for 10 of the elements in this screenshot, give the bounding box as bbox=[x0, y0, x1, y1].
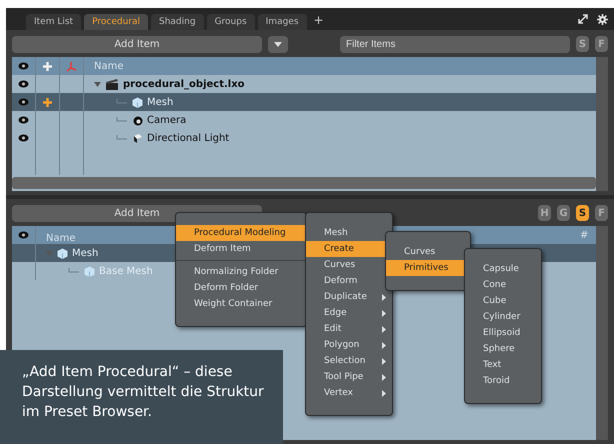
item-name: Mesh bbox=[147, 96, 174, 108]
item-name: Camera bbox=[147, 114, 186, 126]
column-title: Name bbox=[45, 232, 76, 244]
item-name: Base Mesh bbox=[99, 266, 153, 276]
item-name: procedural_object.lxo bbox=[123, 78, 245, 90]
item-name: Directional Light bbox=[147, 132, 230, 144]
caption: „Add Item Procedural“ – diese Darstellung vermittelt die Struktur im Preset Browser. bbox=[0, 350, 283, 444]
item-name: Mesh bbox=[72, 248, 98, 258]
column-title: Name bbox=[93, 60, 124, 72]
column-title: # bbox=[579, 230, 590, 240]
